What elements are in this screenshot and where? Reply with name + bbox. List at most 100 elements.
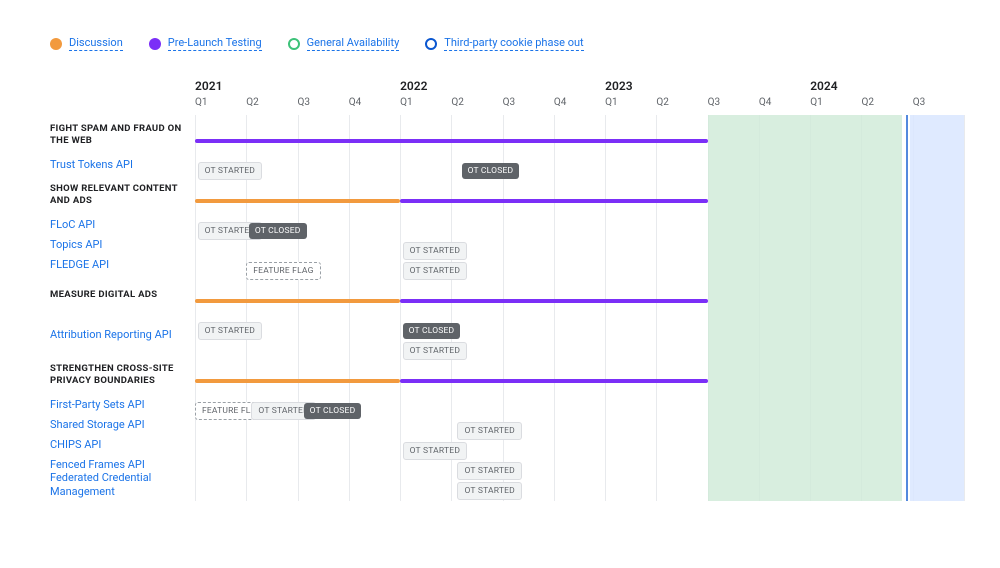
phase-bar-orange (195, 299, 400, 303)
api-track: FEATURE FLAGOT STARTEDOT CLOSED (195, 401, 964, 421)
api-track: OT STARTED (195, 461, 964, 481)
milestone-tag-ot_closed: OT CLOSED (249, 223, 307, 239)
axis-quarter-label: Q1 (810, 97, 823, 108)
timeline-chart: FIGHT SPAM AND FRAUD ON THE WEB Trust Tok… (50, 79, 964, 501)
milestone-tag-ot_started: OT STARTED (403, 242, 467, 260)
legend-label: General Availability (307, 36, 400, 51)
axis-quarters: Q1Q2Q3Q4Q1Q2Q3Q4Q1Q2Q3Q4Q1Q2Q3 (195, 97, 964, 115)
api-track: OT STARTEDOT CLOSED (195, 221, 964, 241)
track-row: OT STARTED (195, 421, 964, 441)
legend-label: Pre-Launch Testing (168, 36, 262, 51)
milestone-tag-feature_flag: FEATURE FLAG (246, 262, 320, 280)
api-link[interactable]: FLoC API (50, 218, 195, 232)
phase-bar-orange (195, 379, 400, 383)
label-row: STRENGTHEN CROSS-SITE PRIVACY BOUNDARIES (50, 355, 195, 395)
label-row: FLEDGE API (50, 255, 195, 275)
axis-quarter-label: Q3 (913, 97, 926, 108)
phase-bar-purple (400, 379, 708, 383)
axis-quarter-label: Q3 (708, 97, 721, 108)
track-row (195, 121, 964, 161)
label-row: Attribution Reporting API (50, 315, 195, 355)
api-link[interactable]: Fenced Frames API (50, 458, 195, 472)
api-link[interactable]: Shared Storage API (50, 418, 195, 432)
axis-year-label: 2024 (810, 79, 837, 93)
row-labels-col: FIGHT SPAM AND FRAUD ON THE WEB Trust Tok… (50, 79, 195, 501)
api-link[interactable]: Trust Tokens API (50, 158, 195, 172)
legend-dot-icon (50, 38, 62, 50)
axis-quarter-label: Q2 (861, 97, 874, 108)
track-row: OT STARTEDOT CLOSEDOT STARTED (195, 321, 964, 361)
section-heading: STRENGTHEN CROSS-SITE PRIVACY BOUNDARIES (50, 363, 195, 387)
api-track: OT STARTEDOT CLOSED (195, 161, 964, 181)
track-row: OT STARTED (195, 441, 964, 461)
legend-phaseout[interactable]: Third-party cookie phase out (425, 36, 583, 51)
label-row: Shared Storage API (50, 415, 195, 435)
api-track: OT STARTED (195, 241, 964, 261)
legend: Discussion Pre-Launch Testing General Av… (50, 36, 964, 51)
axis-quarter-label: Q1 (605, 97, 618, 108)
track-row: OT STARTED (195, 481, 964, 501)
phase-bar-purple (400, 299, 708, 303)
milestone-tag-ot_closed: OT CLOSED (462, 163, 520, 179)
api-link[interactable]: FLEDGE API (50, 258, 195, 272)
axis-quarter-label: Q4 (554, 97, 567, 108)
api-track: FEATURE FLAG OT STARTED (195, 261, 964, 281)
api-link[interactable]: First-Party Sets API (50, 398, 195, 412)
label-row: Trust Tokens API (50, 155, 195, 175)
label-row: SHOW RELEVANT CONTENT AND ADS (50, 175, 195, 215)
section-heading: MEASURE DIGITAL ADS (50, 289, 195, 301)
axis-years: 2021 2022 2023 2024 (195, 79, 964, 97)
api-link[interactable]: Federated Credential Management (50, 471, 195, 499)
api-track: OT STARTED (195, 481, 964, 501)
legend-dot-icon (149, 38, 161, 50)
milestone-tag-ot_started: OT STARTED (198, 322, 262, 340)
track-row: OT STARTED (195, 461, 964, 481)
legend-dot-icon (288, 38, 300, 50)
grid-line (964, 115, 965, 501)
label-row: Federated Credential Management (50, 475, 195, 495)
axis-year-label: 2021 (195, 79, 222, 93)
legend-discussion[interactable]: Discussion (50, 36, 123, 51)
axis-quarter-label: Q3 (503, 97, 516, 108)
label-row: FIGHT SPAM AND FRAUD ON THE WEB (50, 115, 195, 155)
section-bar-track (195, 361, 964, 401)
api-link[interactable]: CHIPS API (50, 438, 195, 452)
section-heading: FIGHT SPAM AND FRAUD ON THE WEB (50, 123, 195, 147)
track-row: FEATURE FLAG OT STARTED (195, 261, 964, 281)
track-row (195, 361, 964, 401)
milestone-tag-ot_closed: OT CLOSED (403, 323, 461, 339)
axis-quarter-label: Q2 (656, 97, 669, 108)
label-row: CHIPS API (50, 435, 195, 455)
label-row: MEASURE DIGITAL ADS (50, 275, 195, 315)
phase-bar-purple (195, 139, 708, 143)
axis-quarter-label: Q1 (400, 97, 413, 108)
api-track: OT STARTED (195, 421, 964, 441)
milestone-tag-ot_started: OT STARTED (457, 422, 521, 440)
track-row (195, 281, 964, 321)
api-link[interactable]: Topics API (50, 238, 195, 252)
section-bar-track (195, 181, 964, 221)
axis-year-label: 2022 (400, 79, 427, 93)
axis-quarter-label: Q2 (451, 97, 464, 108)
section-bar-track (195, 281, 964, 321)
milestone-tag-ot_closed: OT CLOSED (304, 403, 362, 419)
milestone-tag-ot_started: OT STARTED (457, 482, 521, 500)
milestone-tag-ot_started: OT STARTED (403, 442, 467, 460)
phase-bar-orange (195, 199, 400, 203)
phase-bar-purple (400, 199, 708, 203)
api-link[interactable]: Attribution Reporting API (50, 328, 195, 342)
track-row: FEATURE FLAGOT STARTEDOT CLOSED (195, 401, 964, 421)
milestone-tag-ot_started: OT STARTED (457, 462, 521, 480)
track-row: OT STARTED (195, 241, 964, 261)
axis-quarter-label: Q4 (349, 97, 362, 108)
api-track: OT STARTED (195, 441, 964, 461)
track-row: OT STARTEDOT CLOSED (195, 161, 964, 181)
axis-quarter-label: Q2 (246, 97, 259, 108)
legend-prelaunch[interactable]: Pre-Launch Testing (149, 36, 262, 51)
legend-label: Third-party cookie phase out (444, 36, 583, 51)
milestone-tag-ot_started: OT STARTED (403, 262, 467, 280)
legend-ga[interactable]: General Availability (288, 36, 400, 51)
label-row: FLoC API (50, 215, 195, 235)
axis-quarter-label: Q1 (195, 97, 208, 108)
axis-year-label: 2023 (605, 79, 632, 93)
